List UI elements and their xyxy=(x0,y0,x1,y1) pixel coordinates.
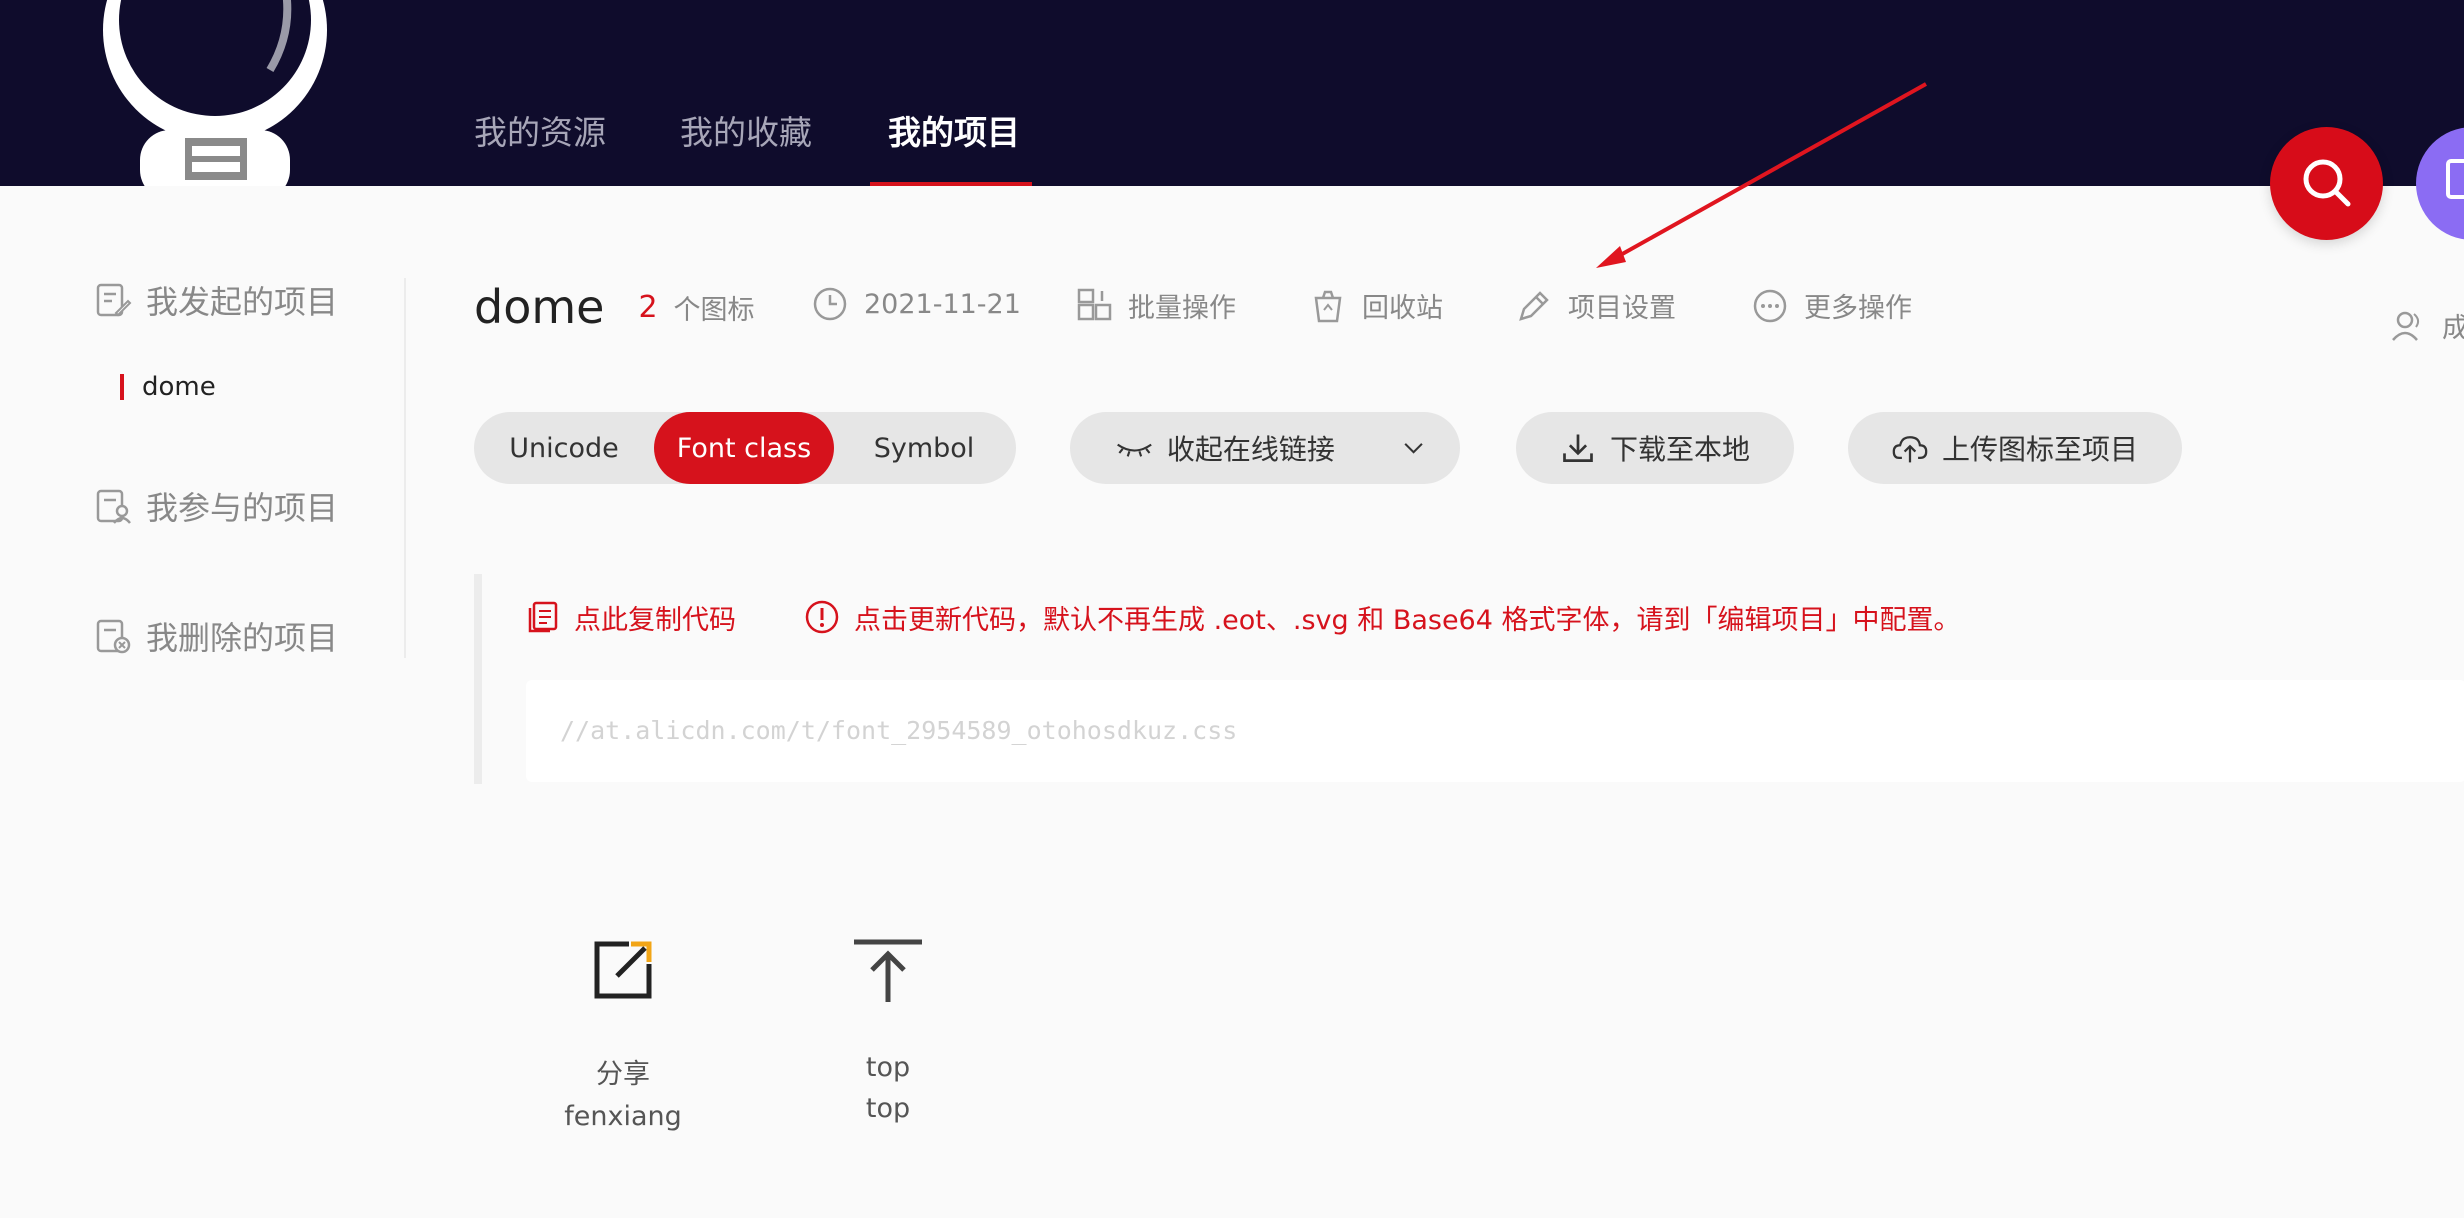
icon-count: 2 xyxy=(638,289,658,325)
members-label: 成 xyxy=(2442,313,2464,344)
sidebar-item-label: dome xyxy=(142,372,216,402)
copy-code-button[interactable]: 点此复制代码 xyxy=(526,598,736,637)
copy-code-label: 点此复制代码 xyxy=(574,604,736,636)
clock-icon xyxy=(813,287,847,321)
icon-card[interactable]: top top xyxy=(808,930,968,1170)
icon-count-label: 个图标 xyxy=(673,294,755,326)
batch-action-button[interactable]: 批量操作 xyxy=(1076,286,1236,325)
members-icon xyxy=(2392,311,2420,341)
project-date: 2021-11-21 xyxy=(812,286,1021,322)
project-header: dome 2 个图标 xyxy=(474,272,755,342)
recycle-bin-label: 回收站 xyxy=(1362,293,1443,324)
upload-button[interactable]: 上传图标至项目 xyxy=(1848,412,2182,484)
chevron-down-icon xyxy=(1404,443,1423,454)
download-label: 下载至本地 xyxy=(1609,433,1750,466)
nav-tab-projects[interactable]: 我的项目 xyxy=(888,106,1020,154)
project-title: dome xyxy=(474,280,605,334)
nav-tab-resources[interactable]: 我的资源 xyxy=(474,106,606,154)
user-doc-icon xyxy=(96,489,131,524)
edit-doc-icon xyxy=(96,283,132,317)
project-settings-button[interactable]: 项目设置 xyxy=(1516,286,1676,325)
arrow-top-icon xyxy=(854,939,922,1002)
search-icon xyxy=(2303,159,2351,207)
sidebar-item-dome[interactable]: dome xyxy=(120,372,216,402)
date-label: 2021-11-21 xyxy=(864,288,1021,320)
update-code-label: 点击更新代码，默认不再生成 .eot、.svg 和 Base64 格式字体，请到… xyxy=(854,604,1961,636)
code-actions: 点此复制代码 点击更新代码，默认不再生成 .eot、.svg 和 Base64 … xyxy=(526,592,1961,642)
icon-code: fenxiang xyxy=(564,1101,682,1132)
batch-action-label: 批量操作 xyxy=(1128,293,1236,324)
update-code-button[interactable]: 点击更新代码，默认不再生成 .eot、.svg 和 Base64 格式字体，请到… xyxy=(804,598,1961,637)
code-panel: 点此复制代码 点击更新代码，默认不再生成 .eot、.svg 和 Base64 … xyxy=(474,574,2464,784)
members-button[interactable]: 成 xyxy=(2390,306,2464,345)
icon-code: top xyxy=(865,1093,911,1124)
recycle-bin-icon xyxy=(1314,290,1342,322)
icon-name: top xyxy=(865,1052,911,1083)
icon-name: 分享 xyxy=(596,1059,650,1090)
sidebar-divider xyxy=(404,278,406,658)
pencil-icon xyxy=(1519,290,1549,321)
sidebar-group-label: 我参与的项目 xyxy=(146,489,339,527)
cloud-upload-icon xyxy=(1892,436,1928,463)
nav-tab-favorites[interactable]: 我的收藏 xyxy=(680,106,812,154)
upload-label: 上传图标至项目 xyxy=(1941,433,2138,466)
top-navbar: 我的资源 我的收藏 我的项目 xyxy=(0,0,2464,186)
css-link-url[interactable]: //at.alicdn.com/t/font_2954589_otohosdku… xyxy=(560,716,1237,745)
mode-unicode[interactable]: Unicode xyxy=(474,412,654,484)
batch-icon xyxy=(1077,288,1112,320)
download-icon xyxy=(1563,434,1593,462)
code-mode-switch: Unicode Font class Symbol xyxy=(474,412,1016,484)
doc-icon xyxy=(2446,159,2464,199)
mode-font-class[interactable]: Font class xyxy=(654,412,834,484)
icon-card[interactable]: 分享 fenxiang xyxy=(543,930,703,1170)
copy-icon xyxy=(528,601,558,633)
share-icon xyxy=(594,941,652,999)
mode-symbol[interactable]: Symbol xyxy=(834,412,1014,484)
sidebar-group-deleted[interactable]: 我删除的项目 xyxy=(94,612,338,660)
search-button[interactable] xyxy=(2270,127,2383,240)
recycle-bin-button[interactable]: 回收站 xyxy=(1310,286,1443,325)
more-actions-button[interactable]: 更多操作 xyxy=(1752,286,1912,325)
astronaut-logo-icon xyxy=(103,0,327,186)
closed-eye-icon xyxy=(1117,443,1152,457)
active-indicator xyxy=(120,374,124,400)
sidebar-group-created[interactable]: 我发起的项目 xyxy=(94,276,338,324)
sidebar-group-label: 我发起的项目 xyxy=(146,283,339,321)
warning-icon xyxy=(805,600,839,634)
collapse-link-button[interactable]: 收起在线链接 xyxy=(1070,412,1460,484)
sidebar-group-joined[interactable]: 我参与的项目 xyxy=(94,482,338,530)
active-tab-underline xyxy=(870,182,1032,186)
sidebar-group-label: 我删除的项目 xyxy=(146,619,339,657)
collapse-link-label: 收起在线链接 xyxy=(1166,433,1335,466)
project-settings-label: 项目设置 xyxy=(1568,293,1676,324)
more-icon xyxy=(1753,289,1787,322)
upload-float-button[interactable] xyxy=(2416,127,2464,240)
code-panel-accent xyxy=(474,574,482,784)
more-actions-label: 更多操作 xyxy=(1804,293,1912,324)
code-url-box[interactable]: //at.alicdn.com/t/font_2954589_otohosdku… xyxy=(526,680,2464,782)
delete-doc-icon xyxy=(96,619,131,654)
download-button[interactable]: 下载至本地 xyxy=(1516,412,1794,484)
